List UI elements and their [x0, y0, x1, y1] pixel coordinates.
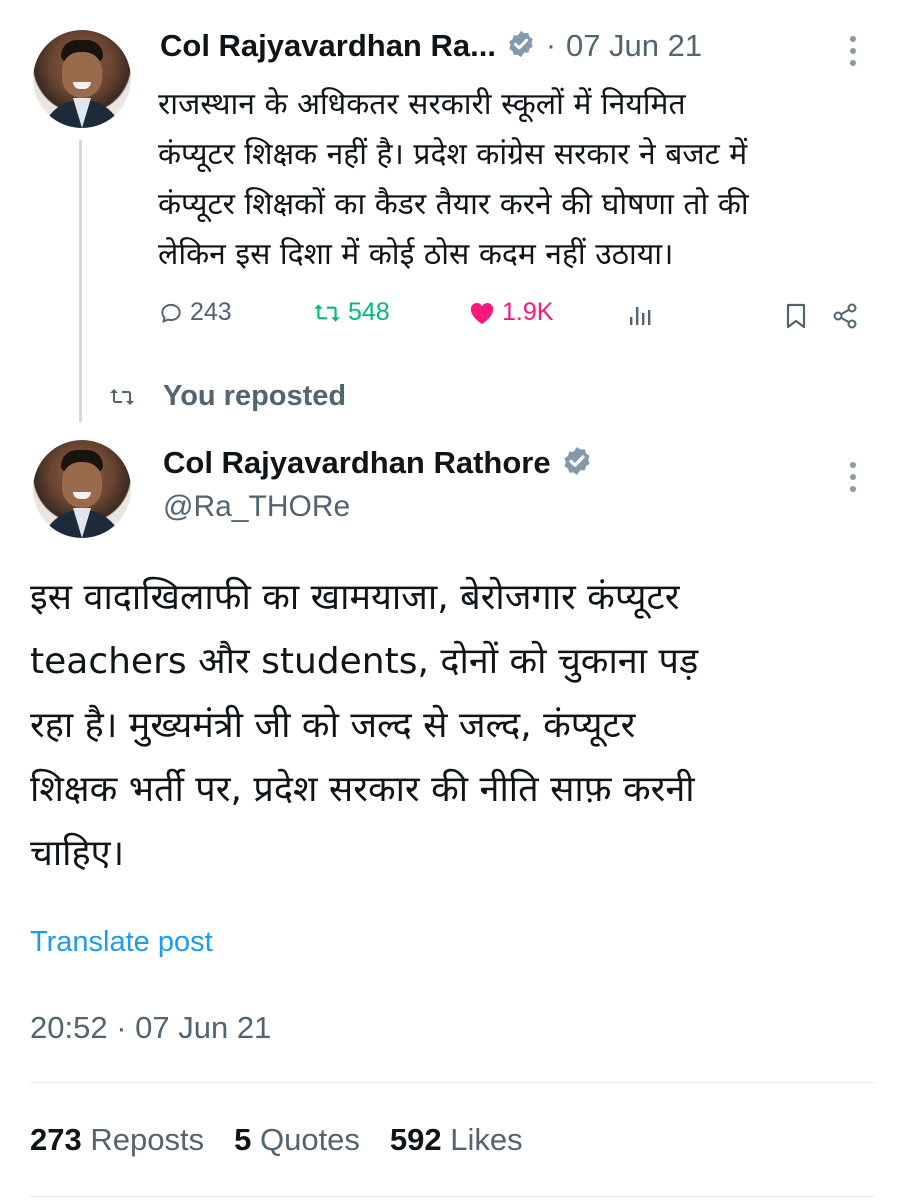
- verified-badge-icon: [561, 445, 593, 482]
- engagement-stats: 273 Reposts 5 Quotes 592 Likes: [30, 1122, 523, 1158]
- quotes-label: Quotes: [259, 1122, 360, 1157]
- quotes-count: 5: [234, 1122, 252, 1157]
- text-line: teachers और students, दोनों को चुकाना पड…: [30, 641, 699, 682]
- verified-badge-icon: [506, 29, 536, 64]
- views-icon[interactable]: [628, 303, 654, 332]
- like-count: 1.9K: [502, 298, 554, 326]
- likes-stat[interactable]: 592 Likes: [390, 1122, 523, 1158]
- divider: [30, 1196, 875, 1197]
- tweet1-text: राजस्थान के अधिकतर सरकारी स्कूलों में नि…: [158, 80, 749, 280]
- reposts-stat[interactable]: 273 Reposts: [30, 1122, 204, 1158]
- repost-banner-icon: [110, 388, 134, 405]
- text-line: कंप्यूटर शिक्षक नहीं है। प्रदेश कांग्रेस…: [158, 137, 748, 172]
- separator: ·: [545, 29, 556, 62]
- likes-label: Likes: [450, 1122, 523, 1157]
- text-line: राजस्थान के अधिकतर सरकारी स्कूलों में नि…: [158, 87, 686, 122]
- text-line: रहा है। मुख्यमंत्री जी को जल्द से जल्द, …: [30, 705, 636, 746]
- more-options-icon[interactable]: [849, 462, 857, 492]
- author-handle[interactable]: @Ra_THORe: [163, 490, 350, 524]
- translate-post-link[interactable]: Translate post: [30, 926, 213, 959]
- text-line: इस वादाखिलाफी का खामयाजा, बेरोजगार कंप्य…: [30, 577, 680, 618]
- repost-count: 548: [348, 298, 390, 326]
- like-button[interactable]: 1.9K: [468, 298, 553, 327]
- reply-icon: [161, 303, 181, 323]
- text-line: लेकिन इस दिशा में कोई ठोस कदम नहीं उठाया…: [158, 237, 674, 272]
- share-icon[interactable]: [832, 302, 860, 335]
- avatar[interactable]: [33, 30, 131, 128]
- repost-banner: You reposted: [107, 380, 346, 413]
- quotes-stat[interactable]: 5 Quotes: [234, 1122, 360, 1158]
- likes-count: 592: [389, 1122, 442, 1157]
- repost-banner-label: You reposted: [163, 380, 347, 412]
- tweet1-header: Col Rajyavardhan Ra... · 07 Jun 21: [160, 25, 702, 67]
- bookmark-icon[interactable]: [784, 302, 808, 335]
- divider: [30, 1082, 875, 1083]
- text-line: कंप्यूटर शिक्षकों का कैडर तैयार करने की …: [158, 187, 749, 222]
- tweet2-text: इस वादाखिलाफी का खामयाजा, बेरोजगार कंप्य…: [30, 566, 698, 886]
- tweet2-header: Col Rajyavardhan Rathore: [163, 442, 593, 484]
- repost-button[interactable]: 548: [312, 298, 390, 327]
- tweet-date[interactable]: 07 Jun 21: [566, 28, 702, 64]
- text-line: शिक्षक भर्ती पर, प्रदेश सरकार की नीति सा…: [30, 769, 695, 810]
- avatar[interactable]: [33, 440, 131, 538]
- tweet-timestamp[interactable]: 20:52 · 07 Jun 21: [30, 1010, 271, 1046]
- author-name[interactable]: Col Rajyavardhan Ra...: [160, 28, 496, 64]
- reposts-count: 273: [30, 1122, 82, 1157]
- reply-button[interactable]: 243: [158, 298, 232, 327]
- reply-count: 243: [190, 298, 232, 326]
- repost-icon: [314, 303, 340, 322]
- heart-icon: [470, 302, 494, 324]
- text-line: चाहिए।: [30, 833, 125, 874]
- thread-line: [79, 140, 82, 422]
- author-name[interactable]: Col Rajyavardhan Rathore: [163, 445, 551, 481]
- reposts-label: Reposts: [90, 1122, 205, 1157]
- more-options-icon[interactable]: [849, 36, 857, 66]
